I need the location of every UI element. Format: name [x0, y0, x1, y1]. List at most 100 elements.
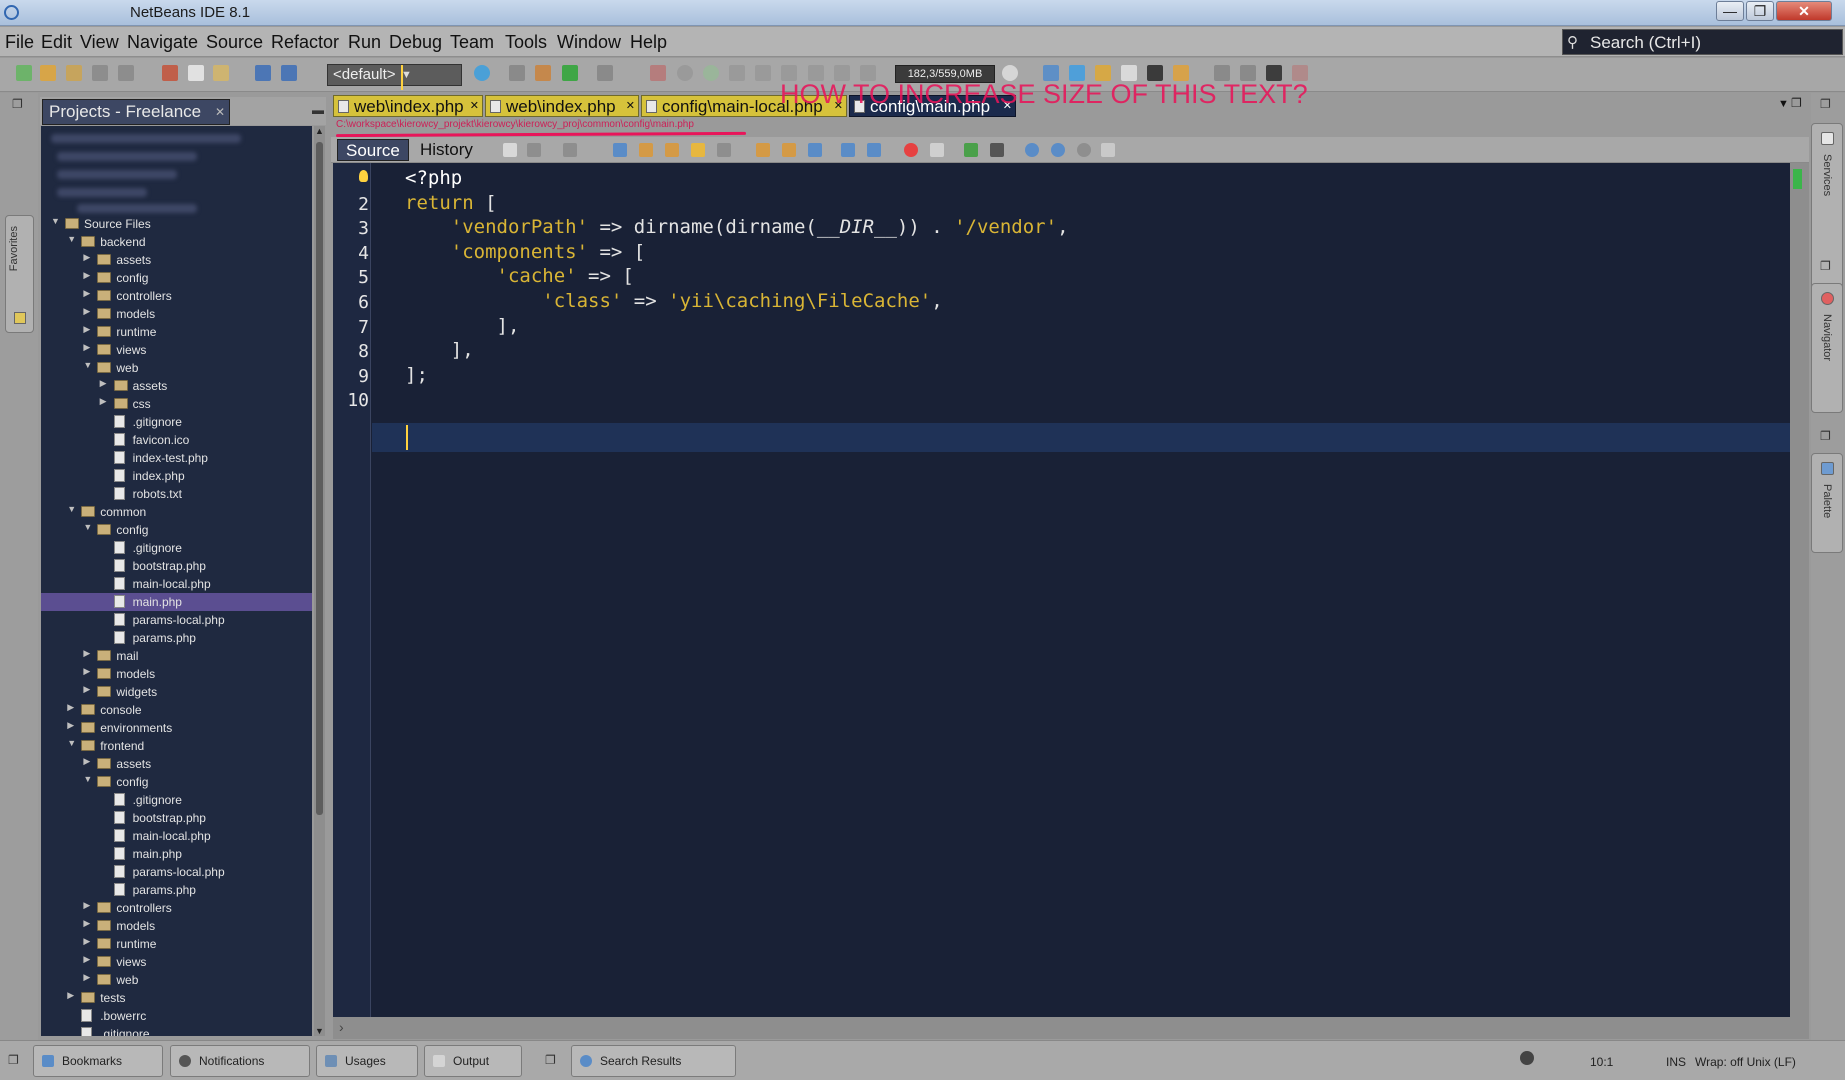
restore-window-icon[interactable]: ❐: [1820, 97, 1831, 111]
tree-file[interactable]: .gitignore: [41, 1025, 312, 1036]
tree-file[interactable]: params-local.php: [41, 611, 312, 629]
maximize-editor-icon[interactable]: ❐: [1791, 96, 1802, 110]
menu-help[interactable]: Help: [630, 32, 667, 53]
error-stripe[interactable]: [1790, 163, 1809, 1017]
tab-list-icon[interactable]: ▼: [1778, 98, 1789, 110]
restore-window-icon[interactable]: ❐: [545, 1053, 556, 1067]
find-icon[interactable]: [613, 143, 627, 157]
toggle-bookmark-icon[interactable]: [808, 143, 822, 157]
close-button[interactable]: ✕: [1776, 1, 1832, 21]
menu-team[interactable]: Team: [450, 32, 494, 53]
scroll-up-icon[interactable]: ▲: [315, 126, 324, 136]
clean-build-icon[interactable]: [535, 65, 551, 81]
code-line[interactable]: 'components' => [: [405, 241, 645, 263]
chevron-right-icon[interactable]: ▶: [83, 936, 90, 947]
tree-folder[interactable]: ▶ mail: [41, 647, 312, 665]
chevron-down-icon[interactable]: ▼: [51, 216, 60, 226]
step-over-icon[interactable]: [729, 65, 745, 81]
output-button[interactable]: Output: [424, 1045, 522, 1077]
tree-folder[interactable]: ▶ runtime: [41, 935, 312, 953]
tree-folder[interactable]: ▶ views: [41, 953, 312, 971]
tree-file[interactable]: main-local.php: [41, 575, 312, 593]
chevron-right-icon[interactable]: ▶: [67, 720, 74, 731]
tree-folder[interactable]: ▶ runtime: [41, 323, 312, 341]
chevron-right-icon[interactable]: ▶: [100, 378, 107, 389]
redo-icon[interactable]: [281, 65, 297, 81]
close-icon[interactable]: ✕: [215, 100, 225, 124]
history-tab[interactable]: History: [412, 139, 481, 161]
tab-web-index-2[interactable]: web\index.php ✕: [485, 95, 639, 117]
diff-icon[interactable]: [1101, 143, 1115, 157]
tree-folder[interactable]: ▶ models: [41, 665, 312, 683]
close-icon[interactable]: ✕: [626, 96, 635, 117]
tree-folder[interactable]: ▼ frontend: [41, 737, 312, 755]
tree-file[interactable]: bootstrap.php: [41, 557, 312, 575]
toggle-rect-select-icon[interactable]: [717, 143, 731, 157]
tree-file[interactable]: params.php: [41, 881, 312, 899]
cut-icon[interactable]: [162, 65, 178, 81]
find-previous-icon[interactable]: [639, 143, 653, 157]
code-editor[interactable]: 2 3 4 5 6 7 8 9 10 <?php return [ 'vendorPath' =>…: [333, 163, 1790, 1017]
close-icon[interactable]: ✕: [470, 96, 479, 117]
scrollbar-thumb[interactable]: [316, 142, 323, 815]
line-number-gutter[interactable]: 2 3 4 5 6 7 8 9 10: [333, 163, 371, 1017]
chevron-right-icon[interactable]: ▶: [83, 684, 90, 695]
menu-tools[interactable]: Tools: [505, 32, 547, 53]
chevron-down-icon[interactable]: ▼: [83, 360, 92, 370]
notifications-button[interactable]: Notifications: [170, 1045, 310, 1077]
chevron-right-icon[interactable]: ▶: [67, 990, 74, 1001]
run-icon[interactable]: [562, 65, 578, 81]
tree-folder[interactable]: ▶ css: [41, 395, 312, 413]
find-next-icon[interactable]: [665, 143, 679, 157]
tree-file[interactable]: bootstrap.php: [41, 809, 312, 827]
chevron-right-icon[interactable]: ▶: [83, 954, 90, 965]
tree-file[interactable]: robots.txt: [41, 485, 312, 503]
comment-icon[interactable]: [964, 143, 978, 157]
tree-folder[interactable]: ▶ controllers: [41, 287, 312, 305]
tree-folder[interactable]: ▶ widgets: [41, 683, 312, 701]
restore-window-icon[interactable]: ❐: [1820, 429, 1831, 443]
open-project-icon[interactable]: [66, 65, 82, 81]
browser-icon[interactable]: [474, 65, 490, 81]
forward-icon[interactable]: [563, 143, 577, 157]
paste-icon[interactable]: [213, 65, 229, 81]
tree-file[interactable]: main.php: [41, 845, 312, 863]
stop-icon[interactable]: [650, 65, 666, 81]
tab-web-index-1[interactable]: web\index.php ✕: [333, 95, 483, 117]
menu-file[interactable]: File: [5, 32, 34, 53]
tree-folder[interactable]: ▶ environments: [41, 719, 312, 737]
undo-icon[interactable]: [255, 65, 271, 81]
uncomment-icon[interactable]: [990, 143, 1004, 157]
code-line[interactable]: 'class' => 'yii\caching\FileCache',: [405, 290, 942, 312]
chevron-right-icon[interactable]: ▶: [67, 702, 74, 713]
last-edit-icon[interactable]: [503, 143, 517, 157]
code-line[interactable]: 'cache' => [: [405, 265, 634, 287]
tree-folder[interactable]: ▶ assets: [41, 755, 312, 773]
menu-debug[interactable]: Debug: [389, 32, 442, 53]
tree-file[interactable]: params-local.php: [41, 863, 312, 881]
projects-tab[interactable]: Projects - Freelance ✕: [42, 99, 230, 125]
chevron-down-icon[interactable]: ▼: [67, 504, 76, 514]
chevron-down-icon[interactable]: ▼: [67, 738, 76, 748]
pause-icon[interactable]: [677, 65, 693, 81]
chevron-down-icon[interactable]: ▼: [67, 234, 76, 244]
new-project-icon[interactable]: [40, 65, 56, 81]
tree-folder[interactable]: ▶ controllers: [41, 899, 312, 917]
zoom-in-icon[interactable]: [1025, 143, 1039, 157]
record-macro-icon[interactable]: [904, 143, 918, 157]
chevron-right-icon[interactable]: ▶: [83, 648, 90, 659]
minimize-panel-icon[interactable]: ▬: [312, 103, 324, 117]
chevron-right-icon[interactable]: ▶: [83, 252, 90, 263]
menu-source[interactable]: Source: [206, 32, 263, 53]
tree-file[interactable]: .gitignore: [41, 539, 312, 557]
code-line[interactable]: ];: [405, 364, 428, 386]
tree-file[interactable]: index-test.php: [41, 449, 312, 467]
chevron-right-icon[interactable]: ▶: [83, 666, 90, 677]
chevron-right-icon[interactable]: ▶: [83, 306, 90, 317]
tree-folder[interactable]: ▶ assets: [41, 251, 312, 269]
tree-scrollbar[interactable]: ▲ ▼: [314, 126, 325, 1036]
menu-refactor[interactable]: Refactor: [271, 32, 339, 53]
chevron-right-icon[interactable]: ▶: [83, 900, 90, 911]
stop-macro-icon[interactable]: [930, 143, 944, 157]
chevron-right-icon[interactable]: ▶: [83, 288, 90, 299]
